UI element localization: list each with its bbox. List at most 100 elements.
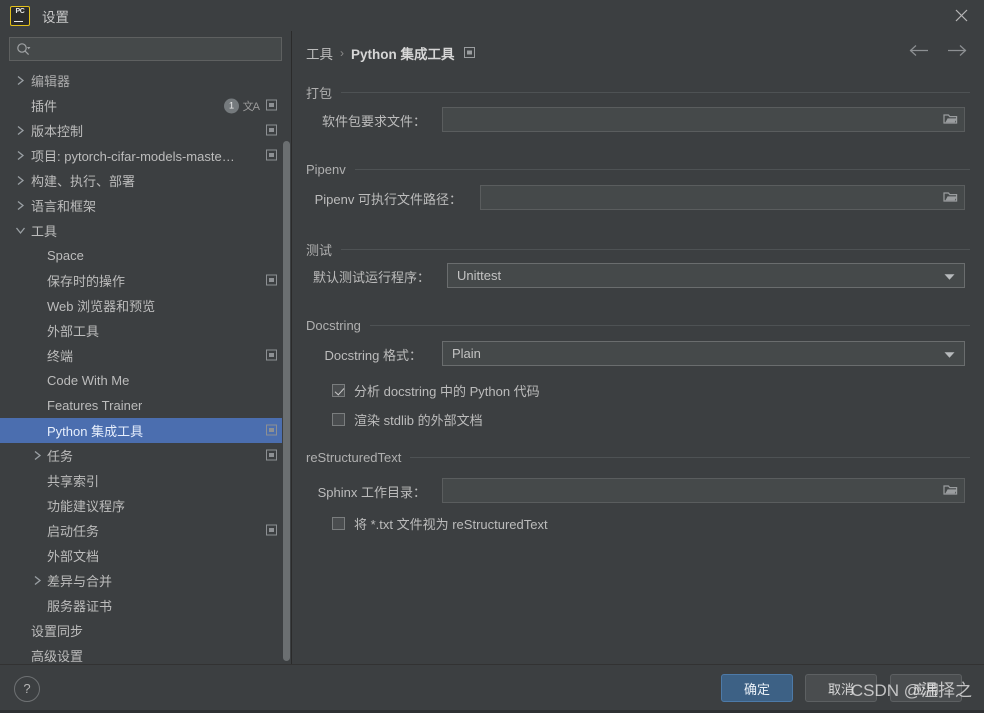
sidebar-item-label: Python 集成工具	[47, 424, 144, 439]
sidebar-item[interactable]: 项目: pytorch-cifar-models-maste…	[0, 143, 291, 168]
treat-txt-label: 将 *.txt 文件视为 reStructuredText	[354, 517, 548, 532]
breadcrumb-current: Python 集成工具	[351, 47, 455, 62]
search-box[interactable]	[9, 37, 282, 62]
sidebar-item[interactable]: Web 浏览器和预览	[0, 293, 291, 318]
copy-settings-path-icon[interactable]	[266, 348, 277, 363]
sidebar-item[interactable]: 构建、执行、部署	[0, 168, 291, 193]
default-test-runner-label: 默认测试运行程序：	[312, 270, 430, 285]
section-rule	[354, 169, 970, 170]
sidebar-item[interactable]: 版本控制	[0, 118, 291, 143]
sidebar-item[interactable]: Code With Me	[0, 368, 291, 393]
section-header-docstring: Docstring	[306, 318, 970, 333]
sidebar-item[interactable]: 工具	[0, 218, 291, 243]
section-title-restructuredtext: reStructuredText	[306, 450, 402, 465]
sidebar-item-label: 工具	[31, 224, 58, 239]
sidebar-item-label: 服务器证书	[47, 599, 113, 614]
ok-button[interactable]: 确定	[721, 674, 793, 702]
window-title: 设置	[42, 9, 69, 25]
section-header-pipenv: Pipenv	[306, 162, 970, 177]
sidebar-item[interactable]: 外部工具	[0, 318, 291, 343]
chevron-right-icon[interactable]	[14, 124, 27, 137]
sidebar-item-label: 保存时的操作	[47, 274, 126, 289]
requirements-file-input[interactable]	[442, 107, 965, 132]
sidebar-item[interactable]: 服务器证书	[0, 593, 291, 618]
copy-settings-path-icon[interactable]	[266, 523, 277, 538]
sidebar-item[interactable]: 差异与合并	[0, 568, 291, 593]
sidebar-item[interactable]: 共享索引	[0, 468, 291, 493]
pycharm-logo-underline	[14, 20, 23, 22]
sidebar-item[interactable]: 语言和框架	[0, 193, 291, 218]
sidebar-item-label: 高级设置	[31, 649, 84, 664]
folder-icon[interactable]	[943, 112, 958, 129]
section-rule	[341, 92, 970, 93]
copy-settings-path-icon[interactable]	[266, 423, 277, 438]
sidebar-scrollbar-thumb[interactable]	[283, 141, 290, 661]
copy-settings-path-icon[interactable]	[266, 98, 277, 113]
pipenv-executable-input[interactable]	[480, 185, 965, 210]
copy-settings-path-icon[interactable]	[266, 273, 277, 288]
cancel-button[interactable]: 取消	[805, 674, 877, 702]
translate-icon[interactable]: 文A	[243, 98, 260, 114]
copy-settings-path-icon[interactable]	[266, 448, 277, 463]
chevron-right-icon[interactable]	[14, 174, 27, 187]
sidebar-item[interactable]: 设置同步	[0, 618, 291, 643]
sidebar-item-label: 外部文档	[47, 549, 100, 564]
sidebar-item-label: 构建、执行、部署	[31, 174, 136, 189]
chevron-right-icon[interactable]	[14, 199, 27, 212]
folder-icon[interactable]	[943, 483, 958, 500]
sidebar-item[interactable]: 启动任务	[0, 518, 291, 543]
analyze-docstring-checkbox-row[interactable]: 分析 docstring 中的 Python 代码	[332, 381, 540, 400]
help-button[interactable]: ?	[14, 676, 40, 702]
breadcrumb-parent[interactable]: 工具	[306, 43, 333, 63]
sidebar-item-label: Web 浏览器和预览	[47, 299, 156, 314]
sidebar-item[interactable]: Space	[0, 243, 291, 268]
sidebar-item[interactable]: 高级设置	[0, 643, 291, 665]
copy-settings-path-icon[interactable]	[266, 123, 277, 138]
pipenv-executable-label: Pipenv 可执行文件路径：	[314, 192, 462, 207]
plugin-update-badge: 1	[224, 98, 239, 113]
sidebar-item-label: 编辑器	[31, 74, 71, 89]
folder-icon[interactable]	[943, 190, 958, 207]
render-stdlib-checkbox[interactable]	[332, 413, 345, 426]
forward-arrow-icon[interactable]	[947, 44, 967, 60]
back-arrow-icon[interactable]	[909, 44, 929, 60]
sidebar-item[interactable]: 保存时的操作	[0, 268, 291, 293]
sidebar-item[interactable]: 插件 1 文A	[0, 93, 291, 118]
sidebar-item-label: 项目: pytorch-cifar-models-maste…	[31, 149, 235, 164]
treat-txt-checkbox-row[interactable]: 将 *.txt 文件视为 reStructuredText	[332, 514, 548, 533]
sidebar-item-label: Code With Me	[47, 373, 130, 388]
treat-txt-checkbox[interactable]	[332, 517, 345, 530]
close-icon[interactable]	[938, 0, 984, 31]
chevron-right-icon[interactable]	[14, 149, 27, 162]
section-title-testing: 测试	[306, 243, 333, 258]
sidebar-item[interactable]: 外部文档	[0, 543, 291, 568]
sidebar-item[interactable]: 编辑器	[0, 68, 291, 93]
sidebar-item[interactable]: Features Trainer	[0, 393, 291, 418]
copy-settings-path-icon[interactable]	[463, 46, 475, 61]
docstring-format-value: Plain	[452, 346, 481, 361]
sidebar-item[interactable]: 任务	[0, 443, 291, 468]
docstring-format-select[interactable]: Plain	[442, 341, 965, 366]
default-test-runner-select[interactable]: Unittest	[447, 263, 965, 288]
chevron-right-icon[interactable]	[14, 74, 27, 87]
sidebar-item-label: 功能建议程序	[47, 499, 126, 514]
settings-tree[interactable]: 编辑器 插件 1 文A 版本控制 项目: pytorch-cifar-models-mas…	[0, 68, 291, 665]
section-header-restructuredtext: reStructuredText	[306, 450, 970, 465]
chevron-down-icon[interactable]	[14, 224, 27, 237]
copy-settings-path-icon[interactable]	[266, 148, 277, 163]
sidebar-item[interactable]: 功能建议程序	[0, 493, 291, 518]
settings-sidebar: 编辑器 插件 1 文A 版本控制 项目: pytorch-cifar-models-mas…	[0, 31, 291, 665]
apply-button[interactable]: 应用	[890, 674, 962, 702]
sphinx-working-dir-input[interactable]	[442, 478, 965, 503]
sidebar-item-label: 任务	[47, 449, 74, 464]
analyze-docstring-checkbox[interactable]	[332, 384, 345, 397]
sidebar-item[interactable]: 终端	[0, 343, 291, 368]
pycharm-logo-text: PC	[15, 7, 25, 15]
sidebar-scrollbar-track[interactable]	[282, 31, 291, 665]
chevron-down-icon	[944, 268, 955, 283]
chevron-right-icon[interactable]	[31, 574, 44, 587]
search-input[interactable]	[36, 38, 280, 62]
render-stdlib-checkbox-row[interactable]: 渲染 stdlib 的外部文档	[332, 410, 483, 429]
chevron-right-icon[interactable]	[31, 449, 44, 462]
sidebar-item[interactable]: Python 集成工具	[0, 418, 291, 443]
